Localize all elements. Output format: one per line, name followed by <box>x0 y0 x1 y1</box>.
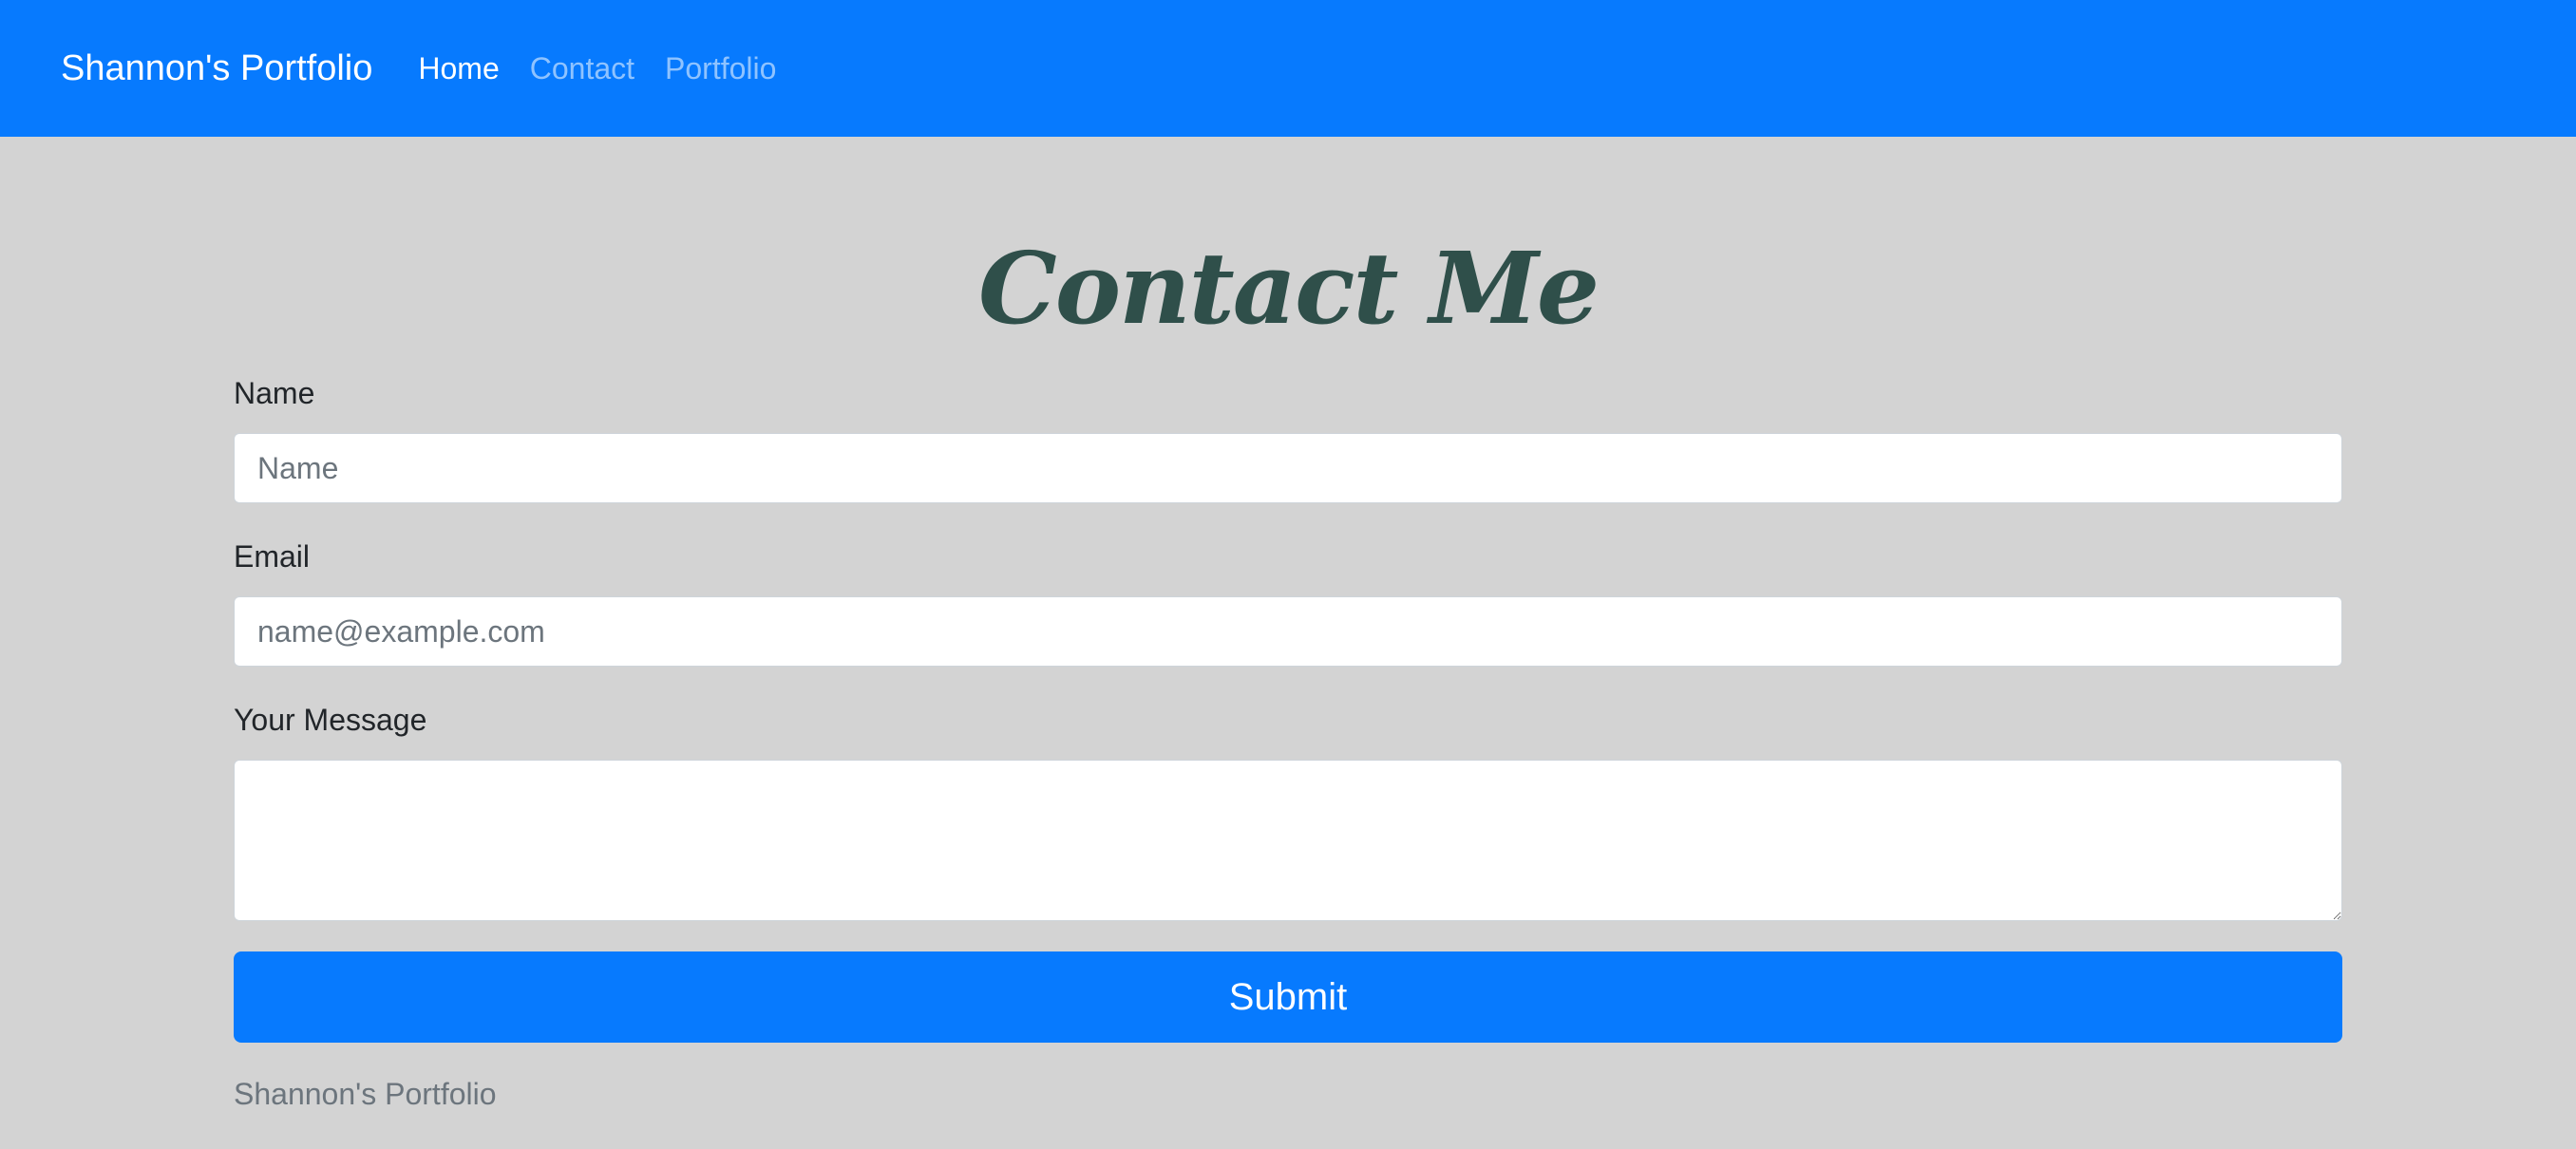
navbar-brand[interactable]: Shannon's Portfolio <box>61 48 372 89</box>
email-label: Email <box>234 539 311 574</box>
submit-button[interactable]: Submit <box>234 951 2342 1043</box>
footer-text: Shannon's Portfolio <box>234 1077 497 1111</box>
message-label: Your Message <box>234 703 427 737</box>
email-input[interactable] <box>234 596 2342 667</box>
message-textarea[interactable] <box>234 760 2342 921</box>
nav-link-contact[interactable]: Contact <box>530 51 635 86</box>
navbar: Shannon's Portfolio Home Contact Portfol… <box>0 0 2576 137</box>
nav-link-portfolio[interactable]: Portfolio <box>665 51 776 86</box>
page-title: Contact Me <box>977 230 1600 347</box>
nav-link-home[interactable]: Home <box>418 51 499 86</box>
name-input[interactable] <box>234 433 2342 503</box>
name-label: Name <box>234 376 315 410</box>
